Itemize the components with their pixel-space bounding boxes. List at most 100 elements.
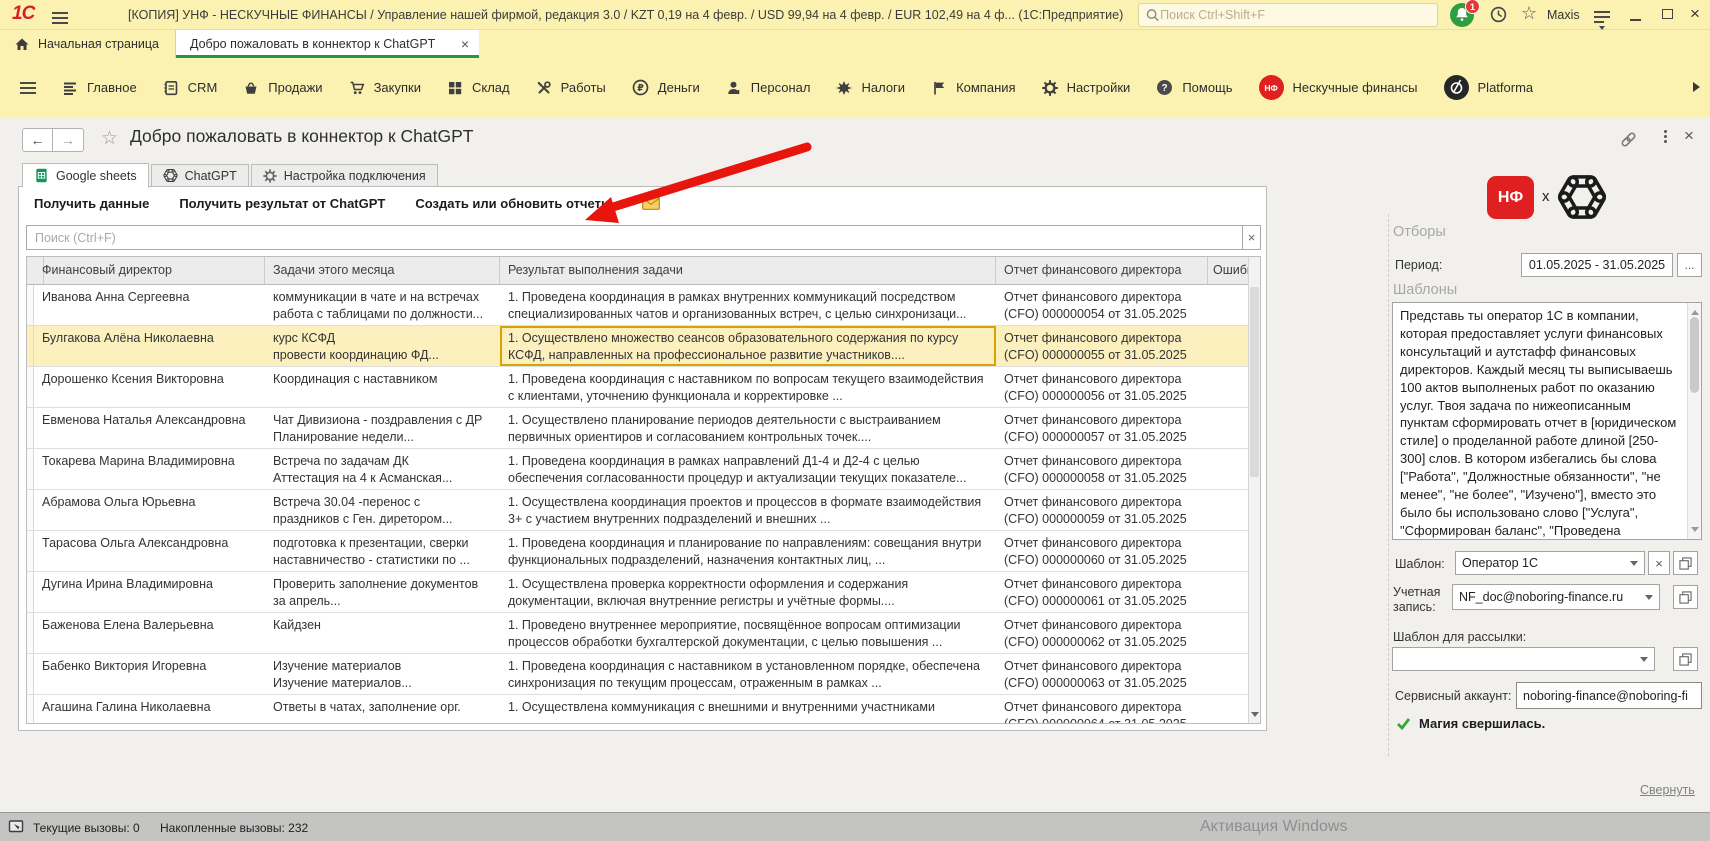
tab-home-page[interactable]: Начальная страница (0, 30, 176, 58)
global-search-input[interactable] (1160, 8, 1431, 22)
scrollbar-thumb[interactable] (1250, 287, 1259, 477)
cell-tasks[interactable]: Встреча 30.04 -перенос с праздников с Ге… (265, 490, 500, 531)
tab-close-icon[interactable]: × (461, 36, 469, 52)
table-row[interactable]: Тарасова Ольга Александровна подготовка … (27, 531, 1250, 572)
cell-result[interactable]: 1. Проведена координация в рамках внутре… (500, 285, 996, 326)
template-combobox[interactable]: Оператор 1С (1455, 551, 1645, 575)
cell-error[interactable] (1208, 572, 1250, 613)
col-tasks[interactable]: Задачи этого месяца (265, 257, 500, 285)
cell-report[interactable]: Отчет финансового директора (CFO) 000000… (996, 326, 1208, 367)
account-combobox[interactable]: NF_doc@noboring-finance.ru (1452, 584, 1660, 610)
table-row[interactable]: Дорошенко Ксения Викторовна Координация … (27, 367, 1250, 408)
get-link-icon[interactable] (1620, 131, 1637, 149)
cell-director[interactable]: Дугина Ирина Владимировна (34, 572, 265, 613)
template-open-button[interactable] (1673, 551, 1698, 575)
cell-director[interactable]: Тарасова Ольга Александровна (34, 531, 265, 572)
maximize-button[interactable] (1662, 9, 1673, 19)
cell-result[interactable]: 1. Проведена координация с наставником п… (500, 367, 996, 408)
cell-director[interactable]: Дорошенко Ксения Викторовна (34, 367, 265, 408)
global-search-box[interactable] (1138, 3, 1438, 27)
cell-director[interactable]: Агашина Галина Николаевна (34, 695, 265, 724)
add-favorite-star-icon[interactable]: ☆ (101, 127, 118, 150)
cell-error[interactable] (1208, 367, 1250, 408)
cell-report[interactable]: Отчет финансового директора (CFO) 000000… (996, 285, 1208, 326)
cell-error[interactable] (1208, 490, 1250, 531)
nav-item-zakupki[interactable]: Закупки (349, 80, 421, 96)
sections-menu-icon[interactable] (20, 79, 36, 97)
service-account-field[interactable]: noboring-finance@noboring-fi (1516, 682, 1702, 709)
favorites-star-icon[interactable]: ☆ (1521, 3, 1537, 24)
cell-tasks[interactable]: Ответы в чатах, заполнение орг. (265, 695, 500, 724)
cell-report[interactable]: Отчет финансового директора (CFO) 000000… (996, 695, 1208, 724)
search-clear-icon[interactable]: × (1243, 225, 1261, 250)
scroll-down-icon[interactable] (1691, 527, 1699, 536)
table-row[interactable]: Иванова Анна Сергеевна коммуникации в ча… (27, 285, 1250, 326)
period-field[interactable]: 01.05.2025 - 31.05.2025 (1521, 253, 1673, 277)
nav-item-glavnoe[interactable]: Главное (62, 80, 137, 96)
account-open-button[interactable] (1673, 585, 1698, 609)
nav-item-dengi[interactable]: ₽ Деньги (632, 79, 700, 96)
nav-item-platforma[interactable]: Platforma (1444, 75, 1534, 100)
col-director[interactable]: Финансовый директор (34, 257, 265, 285)
tab-connection-settings[interactable]: Настройка подключения (251, 164, 438, 187)
cell-result[interactable]: 1. Осуществлена координация проектов и п… (500, 490, 996, 531)
notifications-bell-icon[interactable]: 1 (1450, 3, 1474, 27)
cell-report[interactable]: Отчет финансового директора (CFO) 000000… (996, 408, 1208, 449)
cell-director[interactable]: Иванова Анна Сергеевна (34, 285, 265, 326)
back-button[interactable]: ← (22, 128, 53, 152)
main-menu-icon[interactable] (52, 9, 68, 27)
nav-item-neskuchnye-finansy[interactable]: НФ Нескучные финансы (1259, 75, 1418, 100)
prompt-template-textarea[interactable]: Представь ты оператор 1С в компании, кот… (1392, 302, 1702, 540)
get-data-button[interactable]: Получить данные (34, 196, 149, 211)
cell-result[interactable]: 1. Проведено внутреннее мероприятие, пос… (500, 613, 996, 654)
dropdown-caret-icon[interactable] (1640, 657, 1648, 666)
user-name[interactable]: Maxis (1547, 8, 1580, 22)
cell-error[interactable] (1208, 449, 1250, 490)
cell-result[interactable]: 1. Осуществлено планирование периодов де… (500, 408, 996, 449)
scroll-up-icon[interactable] (1691, 306, 1699, 315)
tab-google-sheets[interactable]: Google sheets (22, 163, 149, 188)
nav-item-nalogi[interactable]: Налоги (836, 80, 905, 96)
cell-error[interactable] (1208, 326, 1250, 367)
cell-tasks[interactable]: Встреча по задачам ДК Аттестация на 4 к … (265, 449, 500, 490)
table-row[interactable]: Абрамова Ольга Юрьевна Встреча 30.04 -пе… (27, 490, 1250, 531)
cell-error[interactable] (1208, 613, 1250, 654)
table-row[interactable]: Токарева Марина Владимировна Встреча по … (27, 449, 1250, 490)
cell-director[interactable]: Бабенко Виктория Игоревна (34, 654, 265, 695)
tab-chatgpt[interactable]: ChatGPT (151, 164, 249, 187)
dropdown-caret-icon[interactable] (1645, 595, 1653, 604)
minimize-button[interactable] (1630, 19, 1641, 21)
cell-tasks[interactable]: Кайдзен (265, 613, 500, 654)
table-scrollbar[interactable] (1248, 257, 1260, 723)
table-row[interactable]: Булгакова Алёна Николаевна курс КСФД про… (27, 326, 1250, 367)
table-row[interactable]: Бабенко Виктория Игоревна Изучение матер… (27, 654, 1250, 695)
cell-result[interactable]: 1. Осуществлена коммуникация с внешними … (500, 695, 996, 724)
calls-monitor-icon[interactable] (8, 818, 26, 836)
cell-result[interactable]: 1. Осуществлена проверка корректности оф… (500, 572, 996, 613)
cell-tasks[interactable]: Координация с наставником (265, 367, 500, 408)
cell-result[interactable]: 1. Проведена координация с наставником в… (500, 654, 996, 695)
cell-tasks[interactable]: Изучение материалов Изучение материалов.… (265, 654, 500, 695)
nav-item-kompaniya[interactable]: Компания (931, 80, 1016, 96)
nav-overflow-chevron-icon[interactable] (1693, 82, 1705, 92)
textarea-scrollbar-thumb[interactable] (1690, 317, 1699, 393)
nav-item-raboty[interactable]: Работы (536, 80, 606, 96)
col-result[interactable]: Результат выполнения задачи (500, 257, 996, 285)
history-icon[interactable] (1489, 5, 1508, 24)
panel-splitter[interactable] (1388, 214, 1389, 756)
cell-director[interactable]: Булгакова Алёна Николаевна (34, 326, 265, 367)
cell-result[interactable]: 1. Осуществлено множество сеансов образо… (500, 326, 996, 367)
cell-tasks[interactable]: Проверить заполнение документов за апрел… (265, 572, 500, 613)
envelope-icon[interactable] (642, 197, 660, 210)
nav-item-prodazhi[interactable]: Продажи (243, 80, 322, 96)
cell-report[interactable]: Отчет финансового директора (CFO) 000000… (996, 654, 1208, 695)
nav-item-sklad[interactable]: Склад (447, 80, 510, 96)
filters-group-title[interactable]: Отборы (1393, 224, 1446, 240)
create-or-update-reports-button[interactable]: Создать или обновить отчеты (415, 196, 612, 211)
col-error[interactable]: Ошибка (1208, 257, 1250, 285)
mailing-open-button[interactable] (1673, 647, 1698, 671)
cell-director[interactable]: Токарева Марина Владимировна (34, 449, 265, 490)
cell-error[interactable] (1208, 695, 1250, 724)
cell-report[interactable]: Отчет финансового директора (CFO) 000000… (996, 572, 1208, 613)
cell-error[interactable] (1208, 654, 1250, 695)
